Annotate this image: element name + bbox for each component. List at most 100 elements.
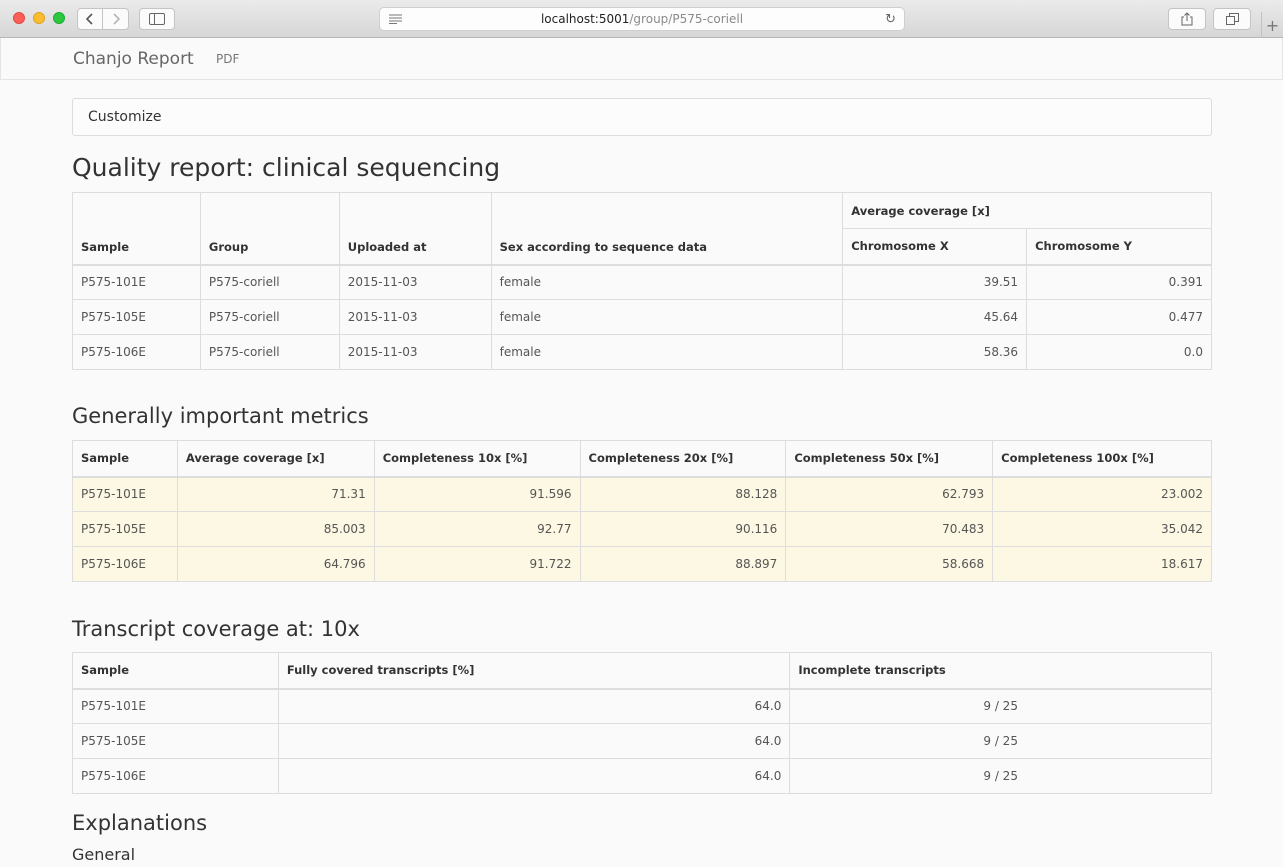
- table-row: P575-106E 64.0 9 / 25: [72, 758, 1212, 794]
- table-row: P575-106E P575-coriell 2015-11-03 female…: [72, 334, 1212, 370]
- avg-coverage-cell: 85.003: [176, 511, 375, 547]
- browser-toolbar: localhost:5001/group/P575-coriell ↻ +: [0, 0, 1283, 38]
- column-header: Group: [199, 192, 340, 266]
- incomplete-transcripts-link[interactable]: 9 / 25: [789, 723, 1212, 759]
- column-header: Uploaded at: [338, 192, 492, 266]
- reload-icon[interactable]: ↻: [885, 12, 896, 27]
- sample-cell: P575-105E: [72, 299, 201, 335]
- sample-cell: P575-105E: [72, 723, 279, 759]
- address-host: localhost:5001: [540, 12, 630, 26]
- zoom-window-button[interactable]: [53, 12, 65, 24]
- column-header: Incomplete transcripts: [789, 652, 1212, 690]
- completeness-10x-cell: 92.77: [373, 511, 581, 547]
- fully-covered-cell: 64.0: [277, 688, 791, 724]
- completeness-100x-cell: 23.002: [992, 476, 1212, 512]
- sample-cell: P575-106E: [72, 334, 201, 370]
- group-cell: P575-coriell: [199, 334, 340, 370]
- close-window-button[interactable]: [13, 12, 25, 24]
- uploaded-cell: 2015-11-03: [338, 299, 492, 335]
- share-icon: [1181, 12, 1193, 26]
- sidebar-toggle-button[interactable]: [139, 8, 175, 30]
- tabs-icon: [1225, 13, 1239, 25]
- fully-covered-cell: 64.0: [277, 758, 791, 794]
- table-row: P575-101E 64.0 9 / 25: [72, 688, 1212, 724]
- avg-coverage-cell: 64.796: [176, 546, 375, 582]
- column-group-header: Average coverage [x]: [842, 192, 1212, 229]
- sex-cell: female: [490, 299, 844, 335]
- table-row: P575-105E P575-coriell 2015-11-03 female…: [72, 299, 1212, 335]
- incomplete-transcripts-link[interactable]: 9 / 25: [789, 758, 1212, 794]
- sex-cell: female: [490, 264, 844, 300]
- column-header: Completeness 100x [%]: [992, 440, 1212, 478]
- incomplete-transcripts-link[interactable]: 9 / 25: [789, 688, 1212, 724]
- back-icon: [86, 13, 93, 25]
- back-button[interactable]: [77, 8, 103, 30]
- column-header: Fully covered transcripts [%]: [277, 652, 791, 690]
- column-header: Chromosome Y: [1026, 228, 1212, 266]
- reader-icon[interactable]: [389, 14, 402, 24]
- column-header: Average coverage [x]: [176, 440, 375, 478]
- chrx-cell: 58.36: [842, 334, 1028, 370]
- transcript-table: Sample Fully covered transcripts [%] Inc…: [72, 652, 1212, 794]
- chry-cell: 0.391: [1026, 264, 1212, 300]
- group-cell: P575-coriell: [199, 299, 340, 335]
- metrics-title: Generally important metrics: [72, 404, 369, 428]
- sample-cell: P575-106E: [72, 758, 279, 794]
- sample-cell: P575-106E: [72, 546, 178, 582]
- completeness-50x-cell: 62.793: [785, 476, 994, 512]
- brand-link[interactable]: Chanjo Report: [73, 49, 194, 69]
- group-cell: P575-coriell: [199, 264, 340, 300]
- explanations-title: Explanations: [72, 811, 208, 835]
- quality-report-title: Quality report: clinical sequencing: [72, 153, 501, 182]
- column-header: Sample: [72, 440, 178, 478]
- completeness-50x-cell: 70.483: [785, 511, 994, 547]
- address-path: /group/P575-coriell: [629, 12, 744, 26]
- customize-label[interactable]: Customize: [88, 109, 162, 125]
- chry-cell: 0.477: [1026, 299, 1212, 335]
- column-header: Completeness 10x [%]: [373, 440, 581, 478]
- new-tab-button[interactable]: +: [1261, 12, 1283, 38]
- sample-cell: P575-105E: [72, 511, 178, 547]
- sidebar-icon: [149, 13, 165, 25]
- tabs-overview-button[interactable]: [1213, 8, 1251, 30]
- sex-cell: female: [490, 334, 844, 370]
- chrx-cell: 39.51: [842, 264, 1028, 300]
- column-header: Completeness 50x [%]: [785, 440, 994, 478]
- minimize-window-button[interactable]: [33, 12, 45, 24]
- sample-cell: P575-101E: [72, 264, 201, 300]
- completeness-100x-cell: 18.617: [992, 546, 1212, 582]
- share-button[interactable]: [1168, 8, 1206, 30]
- column-header: Sample: [72, 192, 201, 266]
- column-header: Sample: [72, 652, 279, 690]
- pdf-link[interactable]: PDF: [216, 52, 239, 66]
- completeness-20x-cell: 88.897: [579, 546, 787, 582]
- completeness-50x-cell: 58.668: [785, 546, 994, 582]
- sample-cell: P575-101E: [72, 476, 178, 512]
- metrics-table: Sample Average coverage [x] Completeness…: [72, 440, 1212, 582]
- forward-button[interactable]: [103, 8, 129, 30]
- explanations-subtitle: General: [72, 845, 136, 864]
- fully-covered-cell: 64.0: [277, 723, 791, 759]
- table-row: P575-101E 71.31 91.596 88.128 62.793 23.…: [72, 476, 1212, 512]
- completeness-10x-cell: 91.722: [373, 546, 581, 582]
- table-row: P575-106E 64.796 91.722 88.897 58.668 18…: [72, 546, 1212, 582]
- uploaded-cell: 2015-11-03: [338, 334, 492, 370]
- column-header: Chromosome X: [842, 228, 1028, 266]
- completeness-10x-cell: 91.596: [373, 476, 581, 512]
- completeness-20x-cell: 88.128: [579, 476, 787, 512]
- customize-panel[interactable]: Customize: [72, 98, 1212, 136]
- column-header: Sex according to sequence data: [490, 192, 844, 266]
- completeness-20x-cell: 90.116: [579, 511, 787, 547]
- app-navbar: Chanjo Report PDF: [0, 38, 1283, 80]
- transcript-coverage-title: Transcript coverage at: 10x: [72, 617, 360, 641]
- chrx-cell: 45.64: [842, 299, 1028, 335]
- table-row: P575-105E 85.003 92.77 90.116 70.483 35.…: [72, 511, 1212, 547]
- table-row: P575-105E 64.0 9 / 25: [72, 723, 1212, 759]
- avg-coverage-cell: 71.31: [176, 476, 375, 512]
- plus-icon: +: [1265, 15, 1280, 35]
- quality-table: Sample Group Uploaded at Sex according t…: [72, 192, 1212, 370]
- completeness-100x-cell: 35.042: [992, 511, 1212, 547]
- address-bar[interactable]: localhost:5001/group/P575-coriell ↻: [379, 7, 905, 31]
- chry-cell: 0.0: [1026, 334, 1212, 370]
- table-row: P575-101E P575-coriell 2015-11-03 female…: [72, 264, 1212, 300]
